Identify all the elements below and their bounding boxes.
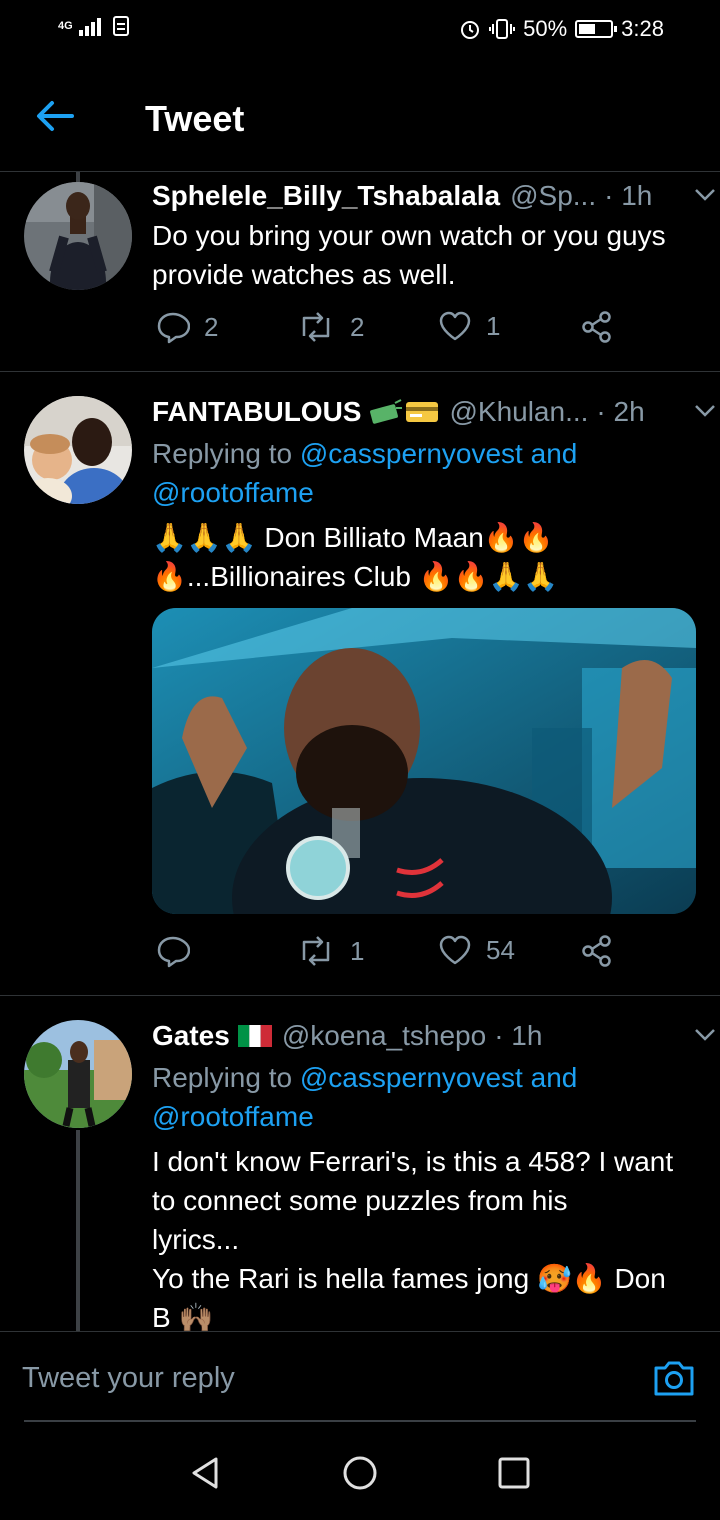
author-handle: @koena_tshepo [281,1020,487,1051]
tweet-text-line: Do you bring your own watch or you guys [152,220,666,251]
tweet-item[interactable]: FANTABULOUS @Khulan... · 2h Replying to … [0,372,720,996]
retweet-count: 2 [350,311,365,342]
like-count: 1 [486,310,501,341]
mention-link[interactable]: @casspernyovest [300,438,523,469]
network-type: 4G [58,20,73,32]
reply-icon [157,312,190,344]
like-button[interactable]: 1 [438,310,500,342]
retweet-button[interactable]: 2 [296,310,364,344]
share-button[interactable] [580,310,614,344]
alarm-icon [461,21,480,39]
tweet-text: Do you bring your own watch or you guys … [152,216,700,294]
vibrate-icon [489,19,516,39]
tweet-meta: Sphelele_Billy_Tshabalala @Sp... · 1h [152,180,694,212]
avatar[interactable] [24,1020,132,1128]
sim-icon [112,16,129,36]
reply-count: 2 [204,311,219,342]
author-name[interactable]: Gates [152,1020,230,1052]
nav-recents-icon[interactable] [496,1455,532,1491]
share-icon [582,311,611,343]
tweet-meta: FANTABULOUS @Khulan... · 2h [152,396,694,428]
reply-composer [0,1331,720,1422]
tweet-text-line: to connect some puzzles from his [152,1185,568,1216]
avatar[interactable] [24,396,132,504]
page-title: Tweet [145,98,245,139]
reply-icon [157,936,190,968]
battery-icon [575,20,618,38]
share-icon [582,935,611,967]
replying-prefix: Replying to [152,1062,300,1093]
tweet-time: · 2h [596,396,645,427]
thread-line [76,1130,80,1331]
replying-to: Replying to @casspernyovest and @rootoff… [152,434,694,512]
tweet-actions: 1 54 [152,934,632,974]
tweet-text-line: provide watches as well. [152,259,456,290]
tweet-text: 🙏🙏🙏 Don Billiato Maan🔥🔥 🔥...Billionaires… [152,518,700,596]
mention-link[interactable]: @casspernyovest [300,1062,523,1093]
tweet-item[interactable]: Gates @koena_tshepo · 1h Replying to @ca… [0,996,720,1331]
money-emoji-icon [370,399,403,424]
clock: 3:28 [621,16,664,41]
mention-link[interactable]: @rootoffame [152,477,314,508]
tweet-time: · 1h [494,1020,543,1051]
nav-home-icon[interactable] [342,1455,378,1491]
retweet-icon [302,936,330,966]
author-name[interactable]: Sphelele_Billy_Tshabalala [152,180,500,212]
camera-icon[interactable] [652,1356,696,1400]
app-header: Tweet [0,62,720,172]
tweet-text-line: B 🙌🏽 [152,1302,214,1331]
chevron-down-icon[interactable] [694,404,716,418]
share-button[interactable] [580,934,614,968]
battery-percent: 50% [523,16,568,41]
mention-link[interactable]: @rootoffame [152,1101,314,1132]
tweet-text-line: 🙏🙏🙏 Don Billiato Maan🔥🔥 [152,522,554,553]
heart-icon [439,935,471,965]
tweet-image[interactable] [152,608,696,914]
retweet-icon [302,312,330,342]
avatar[interactable] [24,182,132,290]
like-button[interactable]: 54 [438,934,515,966]
like-count: 54 [486,934,515,965]
tweet-time: · 1h [604,180,653,211]
heart-icon [439,311,471,341]
tweet-text-line: 🔥...Billionaires Club 🔥🔥🙏🙏 [152,561,559,592]
tweet-text-line: Yo the Rari is hella fames jong 🥵🔥 Don [152,1263,666,1294]
replying-to: Replying to @casspernyovest and @rootoff… [152,1058,694,1136]
signal-icon [78,16,101,36]
tweet-text-line: I don't know Ferrari's, is this a 458? I… [152,1146,674,1177]
reply-input[interactable] [22,1354,622,1402]
italy-flag-icon [237,1025,272,1047]
replying-and[interactable]: and [523,438,578,469]
reply-button[interactable] [156,934,190,968]
tweet-meta: Gates @koena_tshepo · 1h [152,1020,694,1052]
tweet-text-line: lyrics... [152,1224,240,1255]
tweet-text: I don't know Ferrari's, is this a 458? I… [152,1142,700,1331]
author-handle: @Sp... [510,180,597,211]
system-nav-bar [0,1421,720,1520]
back-arrow-icon[interactable] [30,96,80,136]
chevron-down-icon[interactable] [694,188,716,202]
thread-line [76,172,80,182]
replying-prefix: Replying to [152,438,300,469]
retweet-count: 1 [350,935,365,966]
tweet-item[interactable]: Sphelele_Billy_Tshabalala @Sp... · 1h Do… [0,172,720,372]
tweet-actions: 2 2 1 [152,310,632,350]
chevron-down-icon[interactable] [694,1028,716,1042]
credit-card-emoji-icon [406,402,439,422]
nav-back-icon[interactable] [188,1455,224,1491]
status-bar: 4G 50% 3:28 [0,0,720,62]
replying-and[interactable]: and [523,1062,578,1093]
retweet-button[interactable]: 1 [296,934,364,968]
author-handle: @Khulan... [449,396,589,427]
reply-button[interactable]: 2 [156,310,218,344]
author-name[interactable]: FANTABULOUS [152,396,361,428]
